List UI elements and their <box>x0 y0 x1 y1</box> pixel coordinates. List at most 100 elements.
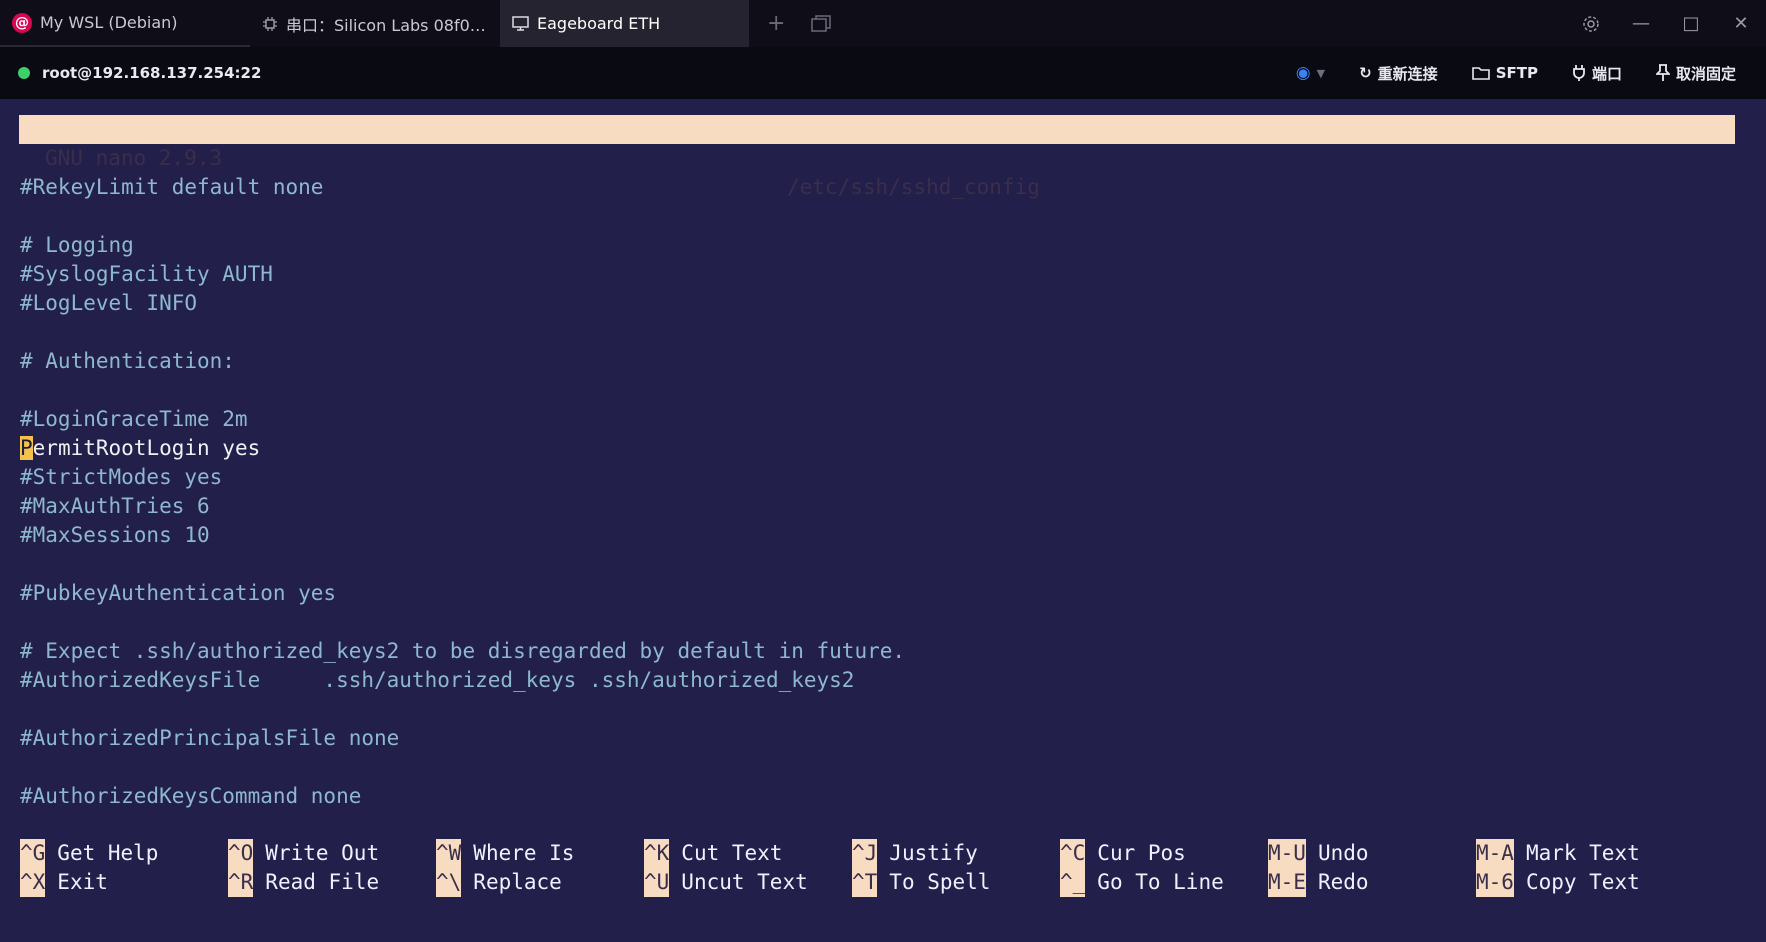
shortcut-label: Copy Text <box>1525 870 1640 894</box>
shortcut-justify: ^J Justify <box>852 839 1060 868</box>
shortcut-key: ^K <box>644 839 670 868</box>
shortcut-key: ^O <box>228 839 254 868</box>
shortcut-key: ^G <box>20 839 46 868</box>
shortcut-label: Write Out <box>265 841 380 865</box>
shortcut-key: ^J <box>852 839 878 868</box>
port-button[interactable]: 端口 <box>1572 63 1622 84</box>
chevron-down-icon: ▼ <box>1316 66 1326 80</box>
shortcut-label: Redo <box>1317 870 1369 894</box>
sftp-button[interactable]: SFTP <box>1471 64 1538 82</box>
unpin-button[interactable]: 取消固定 <box>1655 63 1736 84</box>
chip-icon <box>263 16 277 31</box>
text-line: #MaxAuthTries 6 <box>20 494 210 518</box>
shortcut-key: ^_ <box>1060 868 1086 897</box>
text-line <box>20 376 905 405</box>
shortcut-label: Go To Line <box>1097 870 1224 894</box>
text-line: #AuthorizedKeysFile .ssh/authorized_keys… <box>20 668 855 692</box>
shortcut-go-to-line: ^_ Go To Line <box>1060 868 1268 897</box>
shortcut-label: To Spell <box>889 870 991 894</box>
shortcut-redo: M-E Redo <box>1268 868 1476 897</box>
tab-wsl-debian[interactable]: @ My WSL (Debian) <box>0 0 250 47</box>
text-line: #StrictModes yes <box>20 465 223 489</box>
shortcut-key: M-U <box>1268 839 1306 868</box>
reconnect-label: 重新连接 <box>1377 64 1438 83</box>
text-line: # Authentication: <box>20 349 235 373</box>
hint-dropdown[interactable]: ◉ ▼ <box>1296 63 1325 83</box>
folder-icon <box>1471 67 1490 80</box>
shortcut-exit: ^X Exit <box>20 868 228 897</box>
refresh-icon: ↻ <box>1359 64 1372 82</box>
unpin-label: 取消固定 <box>1675 64 1736 83</box>
shortcut-to-spell: ^T To Spell <box>852 868 1060 897</box>
nano-title-bar: GNU nano 2.9.3 /etc/ssh/sshd_config <box>19 115 1735 199</box>
tab-bar: @ My WSL (Debian) 串口：Silicon Labs 08f0… … <box>0 0 1766 47</box>
cursor-line: PermitRootLogin yes <box>20 434 905 463</box>
tab-overview-icon[interactable] <box>811 14 832 33</box>
shortcut-label: Undo <box>1317 841 1369 865</box>
shortcut-replace: ^\ Replace <box>436 868 644 897</box>
shortcut-key: M-E <box>1268 868 1306 897</box>
shortcut-label: Cut Text <box>681 841 783 865</box>
shortcut-key: M-6 <box>1476 868 1514 897</box>
pin-icon <box>1655 64 1670 81</box>
close-icon[interactable]: ✕ <box>1716 0 1766 47</box>
shortcut-label: Cur Pos <box>1097 841 1186 865</box>
reconnect-button[interactable]: ↻ 重新连接 <box>1359 63 1438 84</box>
shortcut-label: Exit <box>57 870 108 894</box>
tab-serial-port[interactable]: 串口：Silicon Labs 08f0… <box>250 0 500 47</box>
shortcut-label: Justify <box>889 841 978 865</box>
shortcut-mark-text: M-A Mark Text <box>1476 839 1684 868</box>
text-line: # Logging <box>20 233 134 257</box>
text-line <box>20 608 905 637</box>
shortcut-write-out: ^O Write Out <box>228 839 436 868</box>
cursor-line-rest: ermitRootLogin yes <box>32 436 261 460</box>
shortcut-label: Get Help <box>57 841 159 865</box>
shortcut-label: Where Is <box>473 841 575 865</box>
text-line: #LoginGraceTime 2m <box>20 407 248 431</box>
shortcut-key: ^C <box>1060 839 1086 868</box>
plug-icon <box>1573 65 1585 81</box>
shortcut-uncut-text: ^U Uncut Text <box>644 868 852 897</box>
text-line: # Expect .ssh/authorized_keys2 to be dis… <box>20 639 906 663</box>
text-line <box>20 753 905 782</box>
tab-eageboard-eth[interactable]: Eageboard ETH <box>500 0 749 47</box>
monitor-icon <box>512 16 529 31</box>
shortcut-key: ^\ <box>436 868 462 897</box>
shortcut-label: Mark Text <box>1525 841 1640 865</box>
maximize-icon[interactable]: □ <box>1666 0 1716 47</box>
shortcut-read-file: ^R Read File <box>228 868 436 897</box>
shortcut-where-is: ^W Where Is <box>436 839 644 868</box>
minimize-icon[interactable]: — <box>1616 0 1666 47</box>
lightbulb-icon: ◉ <box>1295 63 1311 83</box>
shortcut-cur-pos: ^C Cur Pos <box>1060 839 1268 868</box>
text-line: #AuthorizedPrincipalsFile none <box>20 726 400 750</box>
shortcut-get-help: ^G Get Help <box>20 839 228 868</box>
tab-label: Eageboard ETH <box>537 14 661 33</box>
shortcut-label: Read File <box>265 870 380 894</box>
debian-icon: @ <box>12 12 32 33</box>
tab-label: 串口：Silicon Labs 08f0… <box>286 15 486 35</box>
text-line <box>20 318 905 347</box>
shortcut-key: ^R <box>228 868 254 897</box>
settings-icon[interactable] <box>1566 0 1616 47</box>
nano-version: GNU nano 2.9.3 <box>45 146 223 170</box>
shortcut-copy-text: M-6 Copy Text <box>1476 868 1684 897</box>
shortcut-key: ^W <box>436 839 462 868</box>
shortcut-label: Replace <box>473 870 562 894</box>
text-line: #RekeyLimit default none <box>20 175 324 199</box>
shortcut-cut-text: ^K Cut Text <box>644 839 852 868</box>
text-line <box>20 550 905 579</box>
new-tab-icon[interactable]: + <box>767 11 785 36</box>
text-cursor: P <box>20 436 33 460</box>
text-line: #AuthorizedKeysCommand none <box>20 784 362 808</box>
shortcut-label: Uncut Text <box>681 870 808 894</box>
session-toolbar: root@192.168.137.254:22 ◉ ▼ ↻ 重新连接 SFTP … <box>0 47 1766 99</box>
host-label: root@192.168.137.254:22 <box>42 64 262 82</box>
file-content[interactable]: #RekeyLimit default none # Logging #Sysl… <box>20 173 905 811</box>
sftp-label: SFTP <box>1495 64 1538 82</box>
port-label: 端口 <box>1591 64 1622 83</box>
terminal-view[interactable]: GNU nano 2.9.3 /etc/ssh/sshd_config #Rek… <box>0 99 1766 942</box>
shortcut-key: ^X <box>20 868 46 897</box>
tab-label: My WSL (Debian) <box>40 13 178 32</box>
text-line: #MaxSessions 10 <box>20 523 210 547</box>
